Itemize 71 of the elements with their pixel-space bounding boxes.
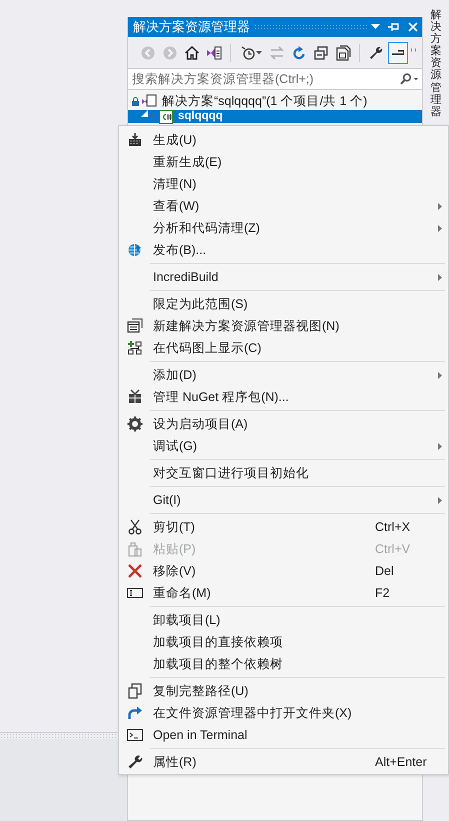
- menu-item[interactable]: 重命名(M) F2: [119, 582, 448, 604]
- pin-icon[interactable]: [388, 22, 400, 32]
- menu-item[interactable]: 在代码图上显示(C): [119, 337, 448, 359]
- menu-item[interactable]: 发布(B)...: [119, 239, 448, 261]
- window-icon: [126, 318, 142, 334]
- expanded-icon[interactable]: [141, 110, 148, 117]
- sync-icon: [269, 44, 285, 60]
- scissors-icon: [126, 519, 142, 535]
- menu-item[interactable]: 查看(W): [119, 195, 448, 217]
- refresh-icon: [291, 44, 307, 60]
- overflow-icon[interactable]: [411, 48, 418, 52]
- rename-icon: [126, 585, 142, 601]
- tree-item[interactable]: sqlqqqq: [128, 110, 422, 123]
- menu-item[interactable]: 管理 NuGet 程序包(N)...: [119, 386, 448, 408]
- menu-item[interactable]: 复制完整路径(U): [119, 680, 448, 702]
- menu-item[interactable]: Open in Terminal: [119, 724, 448, 746]
- delete-icon: [126, 563, 142, 579]
- gear-icon: [126, 416, 142, 432]
- menu-item[interactable]: 重新生成(E): [119, 151, 448, 173]
- globe-icon: [126, 242, 142, 258]
- menu-item[interactable]: 设为启动项目(A): [119, 413, 448, 435]
- menu-item[interactable]: 卸载项目(L): [119, 609, 448, 631]
- menu-item[interactable]: 在文件资源管理器中打开文件夹(X): [119, 702, 448, 724]
- copy-icon: [126, 683, 142, 699]
- menu-item[interactable]: 限定为此范围(S): [119, 293, 448, 315]
- history-icon: [240, 44, 256, 60]
- menu-item[interactable]: 属性(R) Alt+Enter: [119, 751, 448, 773]
- menu-item[interactable]: 分析和代码清理(Z): [119, 217, 448, 239]
- shortcut-text: Alt+Enter: [375, 754, 428, 771]
- shortcut-text: Del: [375, 562, 395, 580]
- lock-icon: [150, 110, 157, 119]
- wrench-icon: [126, 754, 142, 770]
- menu-item[interactable]: 清理(N): [119, 173, 448, 195]
- dropdown-icon[interactable]: [371, 24, 380, 30]
- menu-item[interactable]: 加载项目的直接依赖项: [119, 631, 448, 653]
- diagram-icon: [126, 340, 142, 356]
- preview-icon: [392, 50, 404, 55]
- build-icon: [126, 132, 142, 148]
- terminal-icon: [126, 727, 142, 743]
- lock-icon: [132, 96, 139, 106]
- tree-item[interactable]: 解决方案“sqlqqqq”(1 个项目/共 1 个): [128, 92, 422, 110]
- shortcut-text: F2: [375, 584, 391, 602]
- back-icon: [140, 44, 156, 60]
- menu-item[interactable]: Git(I): [119, 489, 448, 511]
- forward-icon: [162, 44, 178, 60]
- search-icon[interactable]: [399, 73, 419, 85]
- shortcut-text: Ctrl+V: [375, 540, 412, 558]
- menu-item[interactable]: IncrediBuild: [119, 266, 448, 288]
- panel-title: 解决方案资源管理器: [133, 18, 250, 36]
- solution-icon: [141, 94, 157, 108]
- shortcut-text: Ctrl+X: [375, 518, 412, 536]
- home-icon: [184, 44, 200, 60]
- collapse-icon: [313, 44, 329, 60]
- menu-item[interactable]: 添加(D): [119, 364, 448, 386]
- files-icon: [335, 44, 351, 60]
- menu-item[interactable]: 剪切(T) Ctrl+X: [119, 516, 448, 538]
- menu-item[interactable]: 移除(V) Del: [119, 560, 448, 582]
- clipboard-icon: [126, 541, 142, 557]
- solution-icon: [206, 44, 222, 60]
- menu-item[interactable]: 新建解决方案资源管理器视图(N): [119, 315, 448, 337]
- menu-item[interactable]: 调试(G): [119, 435, 448, 457]
- redo-arrow-icon: [126, 705, 142, 721]
- toolbar-button[interactable]: [388, 42, 408, 64]
- gift-icon: [126, 389, 142, 405]
- menu-item[interactable]: 对交互窗口进行项目初始化: [119, 462, 448, 484]
- wrench-icon: [368, 44, 384, 60]
- caret-icon: [256, 50, 262, 54]
- close-icon[interactable]: [408, 22, 418, 32]
- search-field[interactable]: 搜索解决方案资源管理器(Ctrl+;): [128, 68, 422, 90]
- menu-item[interactable]: 生成(U): [119, 129, 448, 151]
- menu-item[interactable]: 加载项目的整个依赖树: [119, 653, 448, 675]
